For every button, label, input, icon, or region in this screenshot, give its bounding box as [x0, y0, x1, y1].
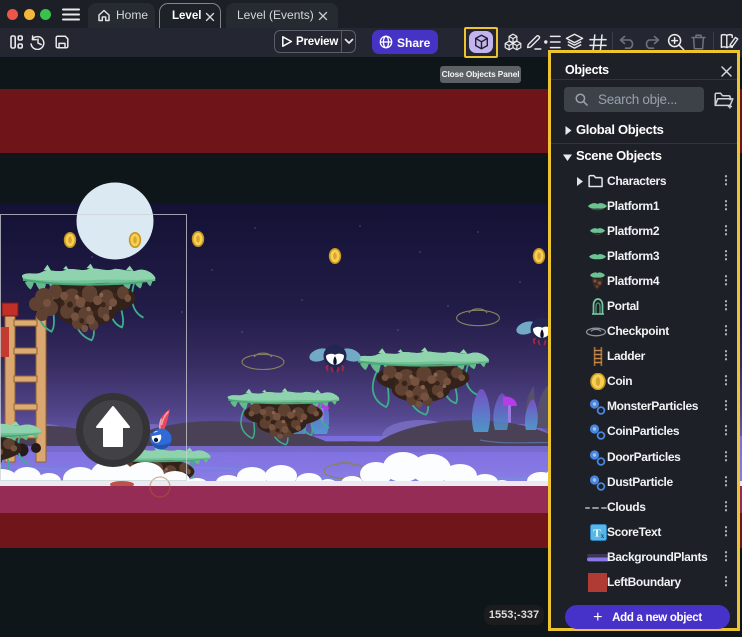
svg-text:x: x — [601, 532, 605, 540]
